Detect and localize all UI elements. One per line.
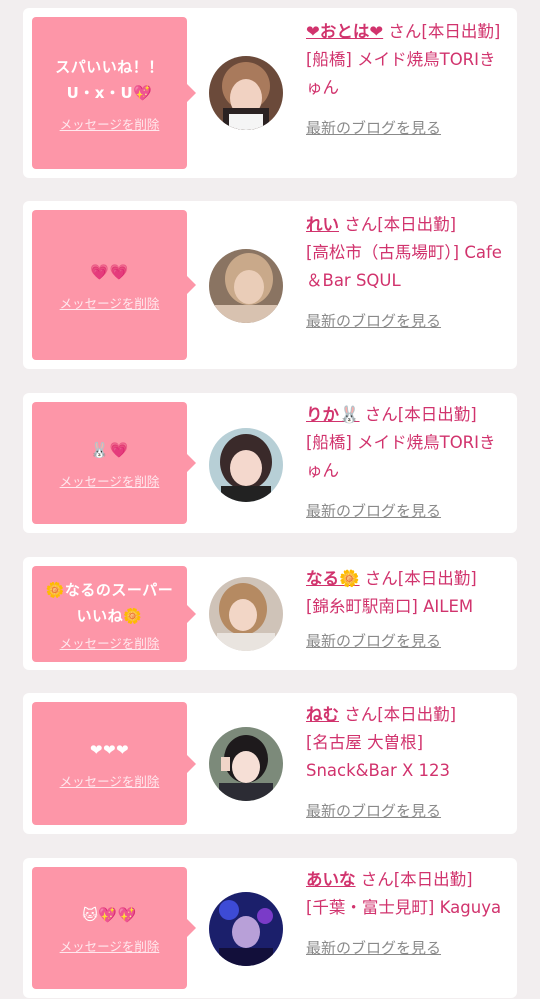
- avatar[interactable]: [209, 249, 283, 323]
- delete-message-link[interactable]: メッセージを削除: [60, 114, 160, 133]
- message-card: スパいいね！！ U・x・U💖 メッセージを削除 ❤おとは❤ さん[本日出勤] […: [23, 8, 517, 178]
- message-list: スパいいね！！ U・x・U💖 メッセージを削除 ❤おとは❤ さん[本日出勤] […: [0, 0, 540, 999]
- card-info: ❤おとは❤ さん[本日出勤] [船橋] メイド焼鳥TORIきゅん 最新のブログを…: [306, 18, 511, 142]
- shop-name: [船橋] メイド焼鳥TORIきゅん: [306, 433, 496, 480]
- avatar[interactable]: [209, 577, 283, 651]
- delete-message-link[interactable]: メッセージを削除: [60, 633, 160, 652]
- honorific-status: さん[本日出勤]: [339, 215, 457, 234]
- delete-message-link[interactable]: メッセージを削除: [60, 936, 160, 955]
- view-blog-link[interactable]: 最新のブログを見る: [306, 797, 441, 825]
- view-blog-link[interactable]: 最新のブログを見る: [306, 627, 441, 655]
- avatar[interactable]: [209, 428, 283, 502]
- message-card: 🐱💖💖 メッセージを削除 あいな さん[本日出勤] [千葉・富士見町] Kagu…: [23, 858, 517, 998]
- message-bubble: 🐱💖💖 メッセージを削除: [32, 867, 196, 989]
- message-bubble: 🐰💗 メッセージを削除: [32, 402, 196, 524]
- girl-name-link[interactable]: あいな: [306, 870, 356, 889]
- honorific-status: さん[本日出勤]: [359, 569, 477, 588]
- honorific-status: さん[本日出勤]: [339, 705, 457, 724]
- message-card: 🐰💗 メッセージを削除 りか🐰 さん[本日出勤] [船橋] メイド焼鳥TORIき…: [23, 393, 517, 533]
- view-blog-link[interactable]: 最新のブログを見る: [306, 307, 441, 335]
- view-blog-link[interactable]: 最新のブログを見る: [306, 497, 441, 525]
- message-text: 🐱💖💖: [82, 905, 137, 924]
- avatar[interactable]: [209, 892, 283, 966]
- card-info: あいな さん[本日出勤] [千葉・富士見町] Kaguya 最新のブログを見る: [306, 866, 511, 962]
- message-card: ❤❤❤ メッセージを削除 ねむ さん[本日出勤] [名古屋 大曽根] Snack…: [23, 693, 517, 834]
- card-info: ねむ さん[本日出勤] [名古屋 大曽根] Snack&Bar X 123 最新…: [306, 701, 511, 825]
- message-text: ❤❤❤: [89, 741, 130, 759]
- shop-name: [船橋] メイド焼鳥TORIきゅん: [306, 50, 496, 97]
- card-info: りか🐰 さん[本日出勤] [船橋] メイド焼鳥TORIきゅん 最新のブログを見る: [306, 401, 511, 525]
- honorific-status: さん[本日出勤]: [383, 22, 501, 41]
- message-text: 🌼なるのスーパーいいね🌼: [45, 580, 174, 625]
- honorific-status: さん[本日出勤]: [355, 870, 473, 889]
- shop-name: [高松市（古馬場町）] Cafe＆Bar SQUL: [306, 243, 502, 290]
- message-text: 🐰💗: [90, 440, 129, 459]
- shop-name: [千葉・富士見町] Kaguya: [306, 898, 502, 917]
- avatar[interactable]: [209, 727, 283, 801]
- girl-name-link[interactable]: ねむ: [306, 705, 339, 724]
- avatar[interactable]: [209, 56, 283, 130]
- view-blog-link[interactable]: 最新のブログを見る: [306, 114, 441, 142]
- delete-message-link[interactable]: メッセージを削除: [60, 471, 160, 490]
- shop-name: [錦糸町駅南口] AILEM: [306, 597, 474, 616]
- message-card: 💗💗 メッセージを削除 れい さん[本日出勤] [高松市（古馬場町）] Cafe…: [23, 201, 517, 369]
- girl-name-link[interactable]: りか🐰: [306, 405, 360, 424]
- delete-message-link[interactable]: メッセージを削除: [60, 293, 160, 312]
- shop-name: [名古屋 大曽根] Snack&Bar X 123: [306, 733, 451, 780]
- message-bubble: スパいいね！！ U・x・U💖 メッセージを削除: [32, 17, 196, 169]
- girl-name-link[interactable]: なる🌼: [306, 569, 360, 588]
- card-info: れい さん[本日出勤] [高松市（古馬場町）] Cafe＆Bar SQUL 最新…: [306, 211, 511, 335]
- card-info: なる🌼 さん[本日出勤] [錦糸町駅南口] AILEM 最新のブログを見る: [306, 565, 511, 655]
- girl-name-link[interactable]: れい: [306, 215, 339, 234]
- delete-message-link[interactable]: メッセージを削除: [60, 771, 160, 790]
- message-bubble: ❤❤❤ メッセージを削除: [32, 702, 196, 825]
- honorific-status: さん[本日出勤]: [359, 405, 477, 424]
- message-text: スパいいね！！ U・x・U💖: [55, 57, 164, 102]
- message-text: 💗💗: [90, 262, 129, 281]
- message-bubble: 🌼なるのスーパーいいね🌼 メッセージを削除: [32, 566, 196, 662]
- view-blog-link[interactable]: 最新のブログを見る: [306, 934, 441, 962]
- girl-name-link[interactable]: ❤おとは❤: [306, 22, 383, 41]
- message-bubble: 💗💗 メッセージを削除: [32, 210, 196, 360]
- message-card: 🌼なるのスーパーいいね🌼 メッセージを削除 なる🌼 さん[本日出勤] [錦糸町駅…: [23, 557, 517, 670]
